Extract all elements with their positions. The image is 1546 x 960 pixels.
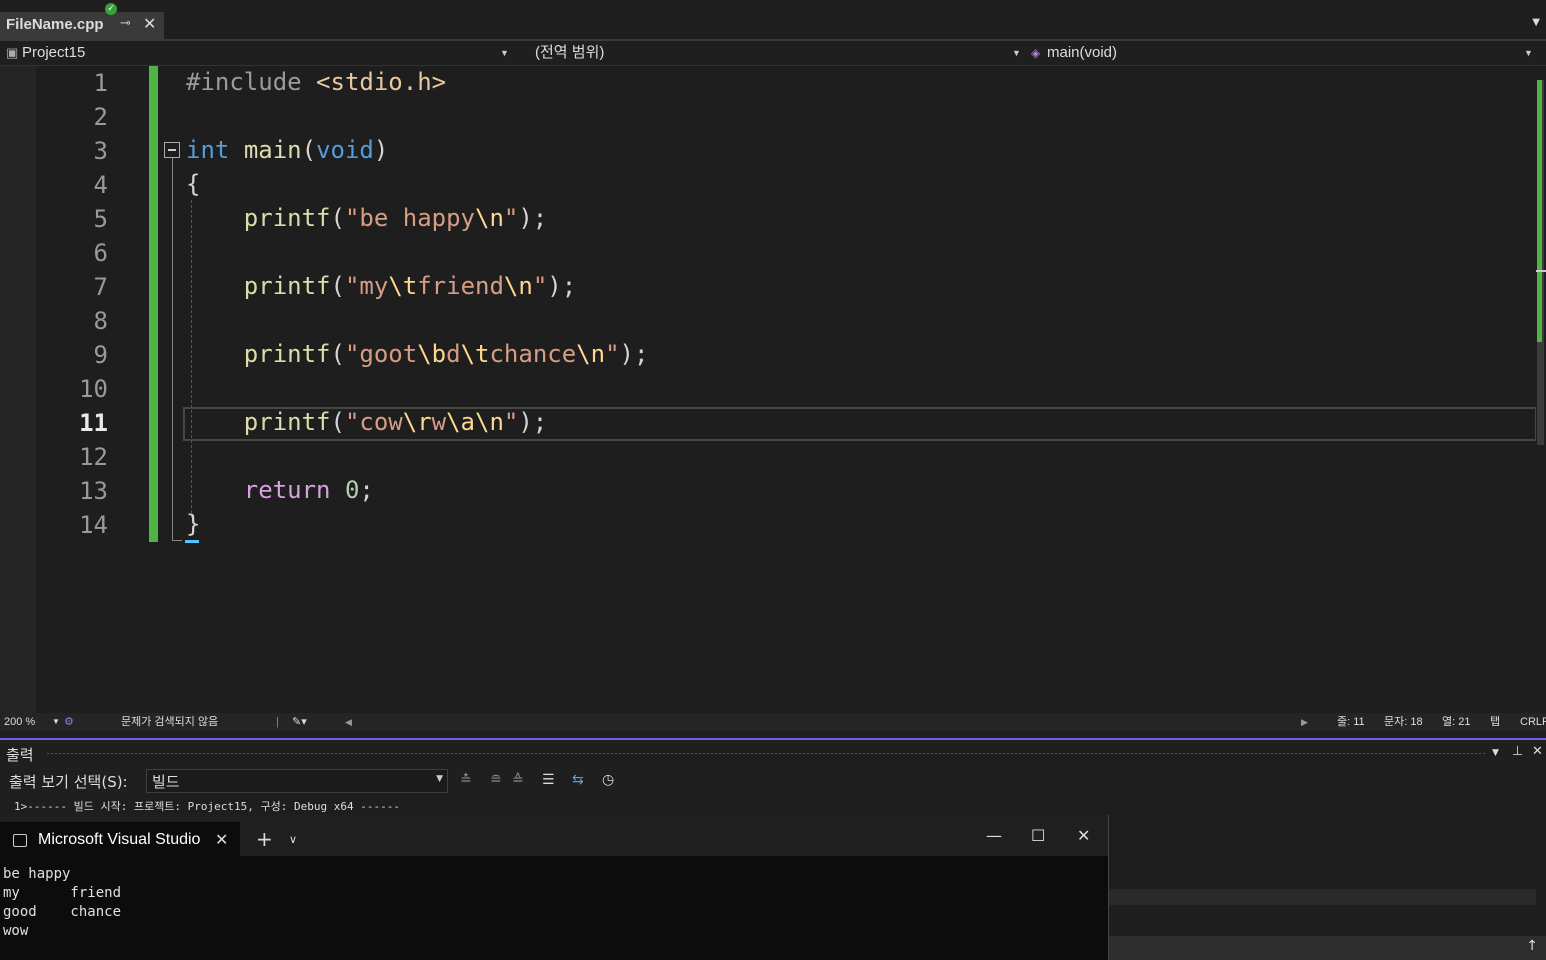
output-source-value: 빌드 bbox=[152, 773, 180, 791]
chevron-down-icon[interactable]: ▼ bbox=[1524, 41, 1533, 65]
line-number: 10 bbox=[79, 375, 108, 403]
outline-fold-end bbox=[172, 540, 182, 541]
document-tab[interactable]: FileName.cpp ⊸ ✕ bbox=[0, 12, 164, 39]
line-number: 6 bbox=[93, 239, 108, 267]
output-bottom-bar: ↑ bbox=[1108, 936, 1546, 960]
char-indicator[interactable]: 문자: 18 bbox=[1384, 713, 1423, 731]
code-line-13: return 0; bbox=[243, 476, 374, 504]
line-number: 9 bbox=[93, 341, 108, 369]
output-horizontal-scrollbar[interactable] bbox=[1108, 889, 1536, 905]
collapse-icon[interactable] bbox=[164, 142, 180, 158]
console-output-line: wow bbox=[3, 923, 29, 939]
tabs-indicator[interactable]: 탭 bbox=[1490, 713, 1500, 731]
line-number: 5 bbox=[93, 205, 108, 233]
arrow-up-icon[interactable]: ↑ bbox=[1526, 938, 1538, 954]
brace-match-marker bbox=[185, 540, 199, 543]
code-line-1: #include <stdio.h> bbox=[186, 68, 447, 96]
col-indicator[interactable]: 열: 21 bbox=[1442, 713, 1470, 731]
member-dropdown[interactable]: main(void) bbox=[1047, 41, 1117, 65]
issues-status[interactable]: 문제가 검색되지 않음 bbox=[121, 713, 218, 731]
chevron-down-icon[interactable]: ▼ bbox=[1012, 41, 1021, 65]
line-number: 3 bbox=[93, 137, 108, 165]
line-number: 4 bbox=[93, 171, 108, 199]
line-indicator[interactable]: 줄: 11 bbox=[1337, 713, 1365, 731]
output-log-line: 1>------ 빌드 시작: 프로젝트: Project15, 구성: Deb… bbox=[14, 800, 400, 813]
console-tab-title: Microsoft Visual Studio bbox=[38, 831, 201, 848]
code-line-4: { bbox=[186, 170, 201, 198]
close-tab-icon[interactable]: ✕ bbox=[215, 830, 228, 849]
clock-icon[interactable]: ◷ bbox=[602, 772, 614, 788]
pin-icon[interactable]: ⊸ bbox=[120, 16, 131, 31]
line-number: 1 bbox=[93, 69, 108, 97]
tab-list-dropdown-icon[interactable]: ▼ bbox=[1532, 17, 1540, 28]
maximize-icon[interactable]: ☐ bbox=[1031, 826, 1045, 845]
line-number: 8 bbox=[93, 307, 108, 335]
code-line-14: } bbox=[186, 510, 201, 538]
line-ending-indicator[interactable]: CRLF bbox=[1520, 713, 1546, 731]
change-tracking-bar bbox=[149, 66, 158, 542]
chevron-down-icon[interactable]: ▼ bbox=[500, 41, 509, 65]
console-output-line: my friend bbox=[3, 885, 122, 901]
copilot-icon[interactable]: ⚙ bbox=[64, 713, 74, 731]
code-line-11: printf("cow\rw\a\n"); bbox=[243, 408, 548, 436]
project-icon: ▣ bbox=[6, 45, 19, 60]
terminal-icon bbox=[13, 834, 27, 847]
pin-icon[interactable]: ⊥ bbox=[1512, 744, 1523, 759]
close-icon[interactable]: ✕ bbox=[1532, 744, 1543, 759]
line-number-current: 11 bbox=[79, 409, 108, 437]
code-line-5: printf("be happy\n"); bbox=[243, 204, 548, 232]
scrollbar-caret-marker bbox=[1536, 270, 1546, 272]
line-number: 2 bbox=[93, 103, 108, 131]
outline-fold-line bbox=[172, 158, 173, 540]
document-tab-title: FileName.cpp bbox=[6, 16, 104, 33]
next-message-icon[interactable]: ≙ bbox=[512, 772, 524, 788]
output-panel-title: 출력 bbox=[6, 746, 34, 764]
output-vertical-scrollbar[interactable] bbox=[1536, 795, 1546, 905]
panel-grip[interactable] bbox=[46, 752, 1486, 755]
line-number: 12 bbox=[79, 443, 108, 471]
close-window-icon[interactable]: ✕ bbox=[1077, 826, 1090, 845]
chevron-down-icon[interactable]: ▼ bbox=[1492, 748, 1499, 758]
line-number: 14 bbox=[79, 511, 108, 539]
glyph-margin bbox=[0, 66, 36, 713]
word-wrap-icon[interactable]: ⇆ bbox=[572, 772, 584, 788]
output-source-select[interactable]: 빌드 ▼ bbox=[146, 769, 448, 793]
line-number: 13 bbox=[79, 477, 108, 505]
code-line-7: printf("my\tfriend\n"); bbox=[243, 272, 577, 300]
scope-dropdown[interactable]: (전역 범위) bbox=[535, 41, 604, 65]
clear-all-icon[interactable]: ☰ bbox=[542, 772, 555, 788]
code-line-9: printf("goot\bd\tchance\n"); bbox=[243, 340, 649, 368]
console-output-line: be happy bbox=[3, 866, 71, 882]
minimize-icon[interactable]: — bbox=[986, 826, 1002, 845]
zoom-level[interactable]: 200 % bbox=[4, 713, 35, 731]
method-icon: ◈ bbox=[1031, 46, 1041, 60]
chevron-down-icon[interactable]: ∨ bbox=[289, 833, 297, 846]
scrollbar-change-map bbox=[1537, 80, 1542, 342]
editor-status-bar: 200 % ▼ ⚙ 문제가 검색되지 않음 | ✎▾ ◀ ▶ 줄: 11 문자:… bbox=[0, 713, 1546, 731]
document-tab-strip bbox=[0, 0, 1546, 39]
project-dropdown[interactable]: Project15 bbox=[22, 41, 85, 65]
new-tab-icon[interactable]: + bbox=[256, 827, 273, 851]
check-icon: ✓ bbox=[105, 3, 117, 15]
navigation-bar: ▣ Project15 ▼ (전역 범위) ▼ ◈ main(void) ▼ bbox=[0, 41, 1546, 66]
scroll-left-icon[interactable]: ◀ bbox=[345, 713, 352, 731]
chevron-down-icon[interactable]: ▼ bbox=[52, 713, 60, 731]
previous-message-icon[interactable]: ≘ bbox=[490, 772, 502, 788]
line-number: 7 bbox=[93, 273, 108, 301]
code-line-3: int main(void) bbox=[186, 136, 389, 164]
close-tab-icon[interactable]: ✕ bbox=[143, 14, 156, 33]
chevron-down-icon: ▼ bbox=[436, 774, 443, 784]
output-source-label: 출력 보기 선택(S): bbox=[9, 773, 128, 791]
console-output-line: good chance bbox=[3, 904, 122, 920]
scroll-right-icon[interactable]: ▶ bbox=[1301, 713, 1308, 731]
divider: | bbox=[276, 716, 279, 728]
go-to-error-icon[interactable]: ≛ bbox=[460, 772, 472, 788]
code-cleanup-icon[interactable]: ✎▾ bbox=[292, 713, 307, 731]
